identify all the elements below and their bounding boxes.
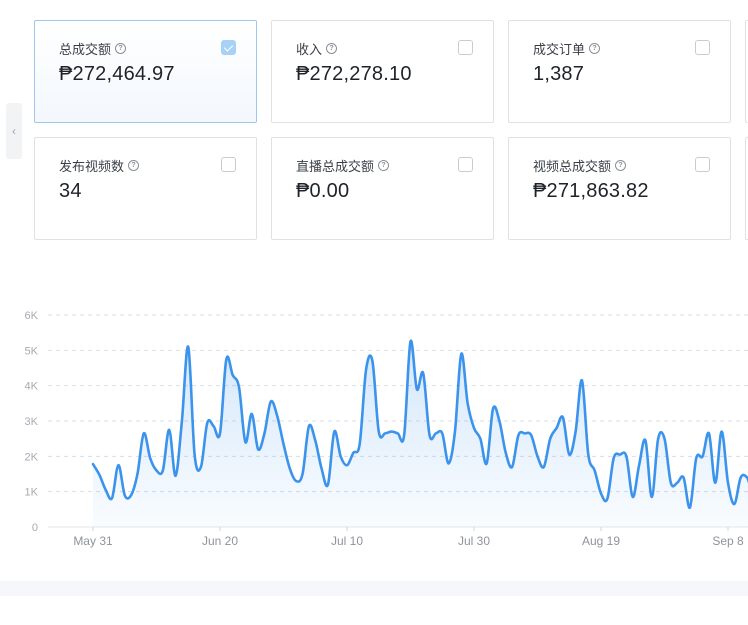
metric-card-total-gmv[interactable]: 总成交额? ₱272,464.97 (34, 20, 257, 123)
metric-card-videos-published[interactable]: 发布视频数? 34 (34, 137, 257, 240)
metric-checkbox[interactable] (458, 157, 473, 172)
x-tick-label: Aug 19 (582, 534, 620, 548)
metric-value: ₱0.00 (296, 180, 350, 202)
metric-checkbox[interactable] (221, 40, 236, 55)
metric-label: 总成交额 (59, 42, 112, 57)
metric-card-orders[interactable]: 成交订单? 1,387 (508, 20, 731, 123)
metric-value: ₱272,278.10 (296, 63, 412, 85)
x-tick-label: Jul 30 (458, 534, 490, 548)
metric-label: 直播总成交额 (296, 159, 375, 174)
help-icon[interactable]: ? (378, 160, 390, 171)
metric-checkbox[interactable] (221, 157, 236, 172)
metric-card-revenue[interactable]: 收入? ₱272,278.10 (271, 20, 494, 123)
gmv-trend-chart[interactable]: 0 1K 2K 3K 4K 5K 6K May 31 Jun 20 Jul 10 Jul 30 Aug… (0, 300, 748, 560)
metric-value: ₱271,863.82 (533, 180, 649, 202)
x-tick-label: Jun 20 (202, 534, 238, 548)
x-tick-label: Sep 8 (712, 534, 744, 548)
metric-checkbox[interactable] (458, 40, 473, 55)
y-tick-label: 4K (25, 381, 39, 393)
metric-value: 34 (59, 180, 82, 202)
y-tick-label: 3K (25, 416, 39, 428)
y-tick-label: 1K (25, 487, 39, 499)
help-icon[interactable]: ? (615, 160, 627, 171)
metric-label: 成交订单 (533, 42, 586, 57)
metric-value: ₱272,464.97 (59, 63, 175, 85)
x-tick-label: Jul 10 (331, 534, 363, 548)
metric-card-video-gmv[interactable]: 视频总成交额? ₱271,863.82 (508, 137, 731, 240)
metric-label: 视频总成交额 (533, 159, 612, 174)
metric-label: 发布视频数 (59, 159, 125, 174)
metric-card-live-gmv[interactable]: 直播总成交额? ₱0.00 (271, 137, 494, 240)
help-icon[interactable]: ? (589, 43, 601, 54)
help-icon[interactable]: ? (115, 43, 127, 54)
y-tick-label: 5K (25, 345, 39, 357)
metric-label: 收入 (296, 42, 323, 57)
help-icon[interactable]: ? (326, 43, 338, 54)
section-divider (0, 581, 748, 596)
y-tick-label: 2K (25, 451, 39, 463)
y-tick-label: 6K (25, 310, 39, 322)
metric-value: 1,387 (533, 63, 585, 85)
metric-checkbox[interactable] (695, 40, 710, 55)
metric-checkbox[interactable] (695, 157, 710, 172)
y-tick-label: 0 (32, 522, 38, 534)
chevron-left-icon: ‹ (12, 124, 16, 138)
x-tick-label: May 31 (73, 534, 113, 548)
carousel-prev-button[interactable]: ‹ (6, 103, 22, 159)
help-icon[interactable]: ? (128, 160, 140, 171)
